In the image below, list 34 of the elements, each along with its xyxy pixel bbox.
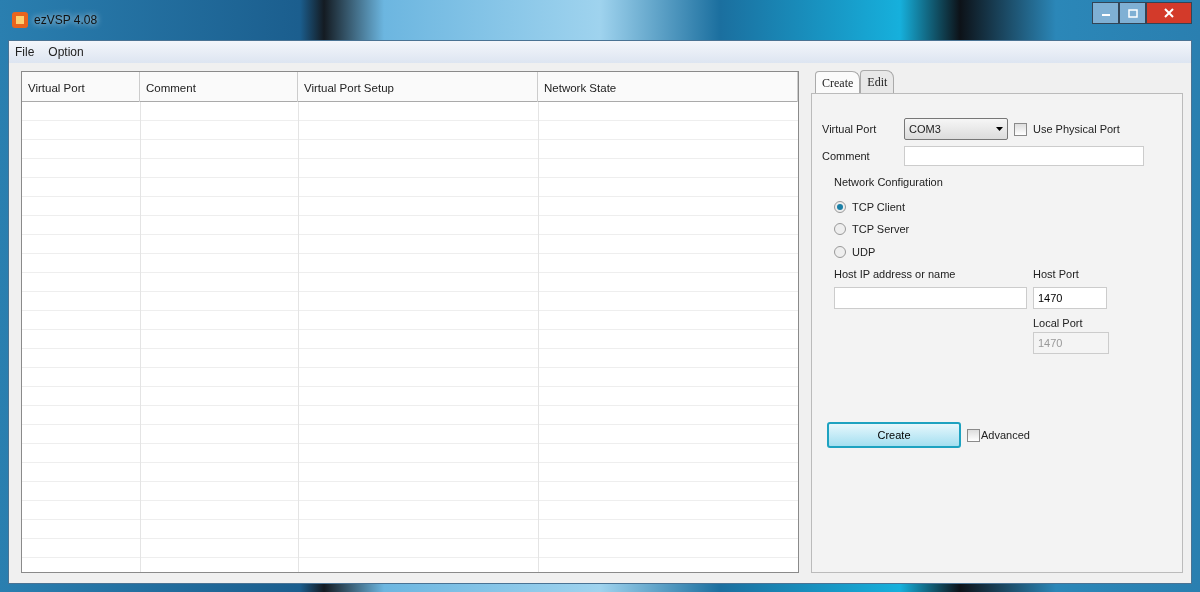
radio-button[interactable] <box>834 223 846 236</box>
host-ip-field[interactable] <box>834 286 1027 309</box>
field-label: Comment <box>822 148 871 164</box>
radio-label: UDP <box>852 244 876 260</box>
caret-icon <box>996 127 1003 131</box>
comment-field[interactable] <box>904 146 1144 166</box>
field-label: Host IP address or name <box>834 267 957 282</box>
port-list[interactable]: Virtual Port Comment Virtual Port Setup Network State <box>21 71 799 573</box>
app-icon <box>12 12 28 28</box>
tab[interactable]: Create <box>815 71 861 93</box>
create-button[interactable]: Create <box>827 422 961 448</box>
checkbox-label: Advanced <box>981 427 1030 443</box>
tab[interactable]: Edit <box>860 70 895 93</box>
field-label: Host Port <box>1033 267 1080 282</box>
close-button[interactable] <box>1146 2 1192 24</box>
radio-button[interactable] <box>834 200 846 213</box>
menu-item[interactable]: Option <box>48 43 84 61</box>
maximize-button[interactable] <box>1119 2 1146 24</box>
checkbox[interactable] <box>1014 122 1027 136</box>
maximize-icon <box>1127 8 1138 18</box>
virtual-port-dropdown[interactable]: COM3 <box>904 118 1008 140</box>
field-label: Local Port <box>1033 315 1084 331</box>
checkbox[interactable] <box>967 428 980 442</box>
close-icon <box>1164 8 1174 18</box>
menu-item[interactable]: File <box>15 43 35 61</box>
checkbox-label: Use Physical Port <box>1033 121 1120 137</box>
host-port-field[interactable]: 1470 <box>1033 286 1107 309</box>
minimize-button[interactable] <box>1092 2 1119 24</box>
group-title: Network Configuration <box>834 175 944 190</box>
radio-button[interactable] <box>834 245 846 258</box>
radio-label: TCP Server <box>852 222 910 237</box>
field-label: Virtual Port <box>822 121 878 137</box>
window-title: ezVSP 4.08 <box>34 12 98 29</box>
radio-label: TCP Client <box>852 199 905 215</box>
